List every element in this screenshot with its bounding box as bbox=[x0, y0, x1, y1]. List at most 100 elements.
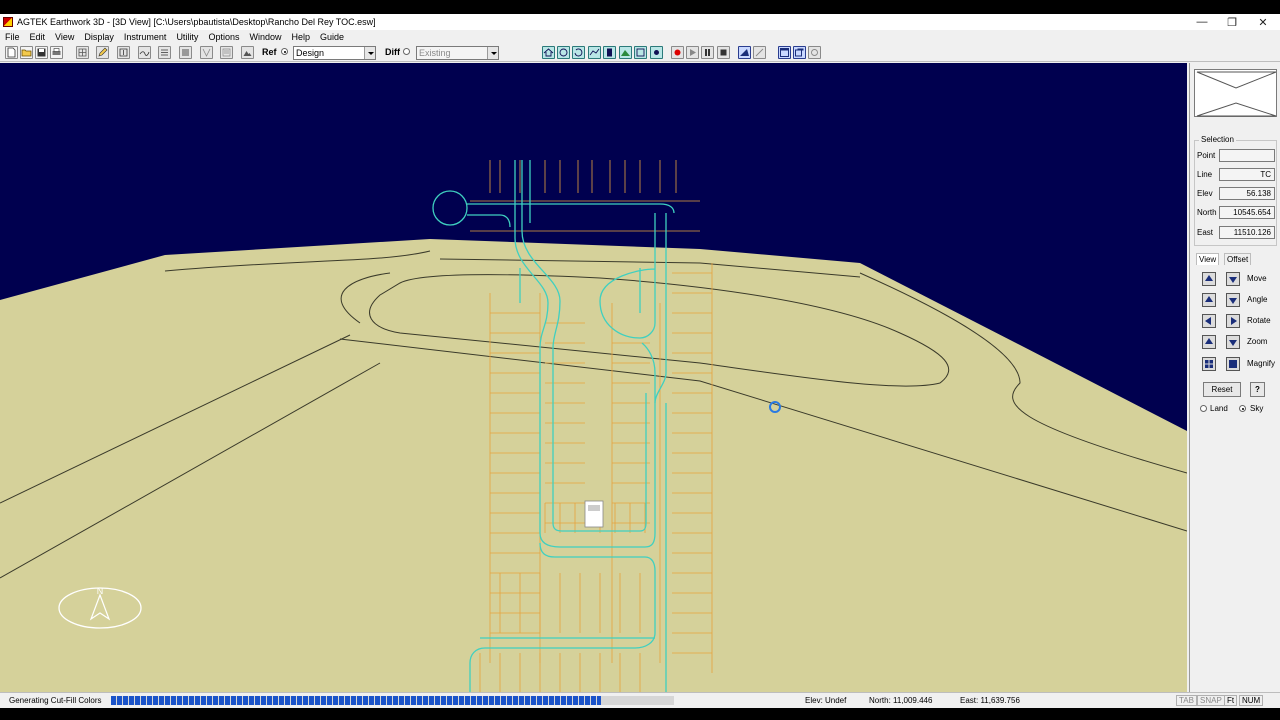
menu-help[interactable]: Help bbox=[286, 32, 315, 42]
surface-view-icon[interactable] bbox=[588, 46, 601, 59]
menu-window[interactable]: Window bbox=[244, 32, 286, 42]
stop-icon[interactable] bbox=[717, 46, 730, 59]
zoom-in-button[interactable] bbox=[1202, 335, 1216, 349]
north-label: North bbox=[1197, 208, 1217, 217]
menu-display[interactable]: Display bbox=[79, 32, 119, 42]
new-file-icon[interactable] bbox=[5, 46, 18, 59]
settings-icon[interactable] bbox=[808, 46, 821, 59]
progress-bar bbox=[111, 696, 674, 705]
diff-radio[interactable] bbox=[403, 48, 410, 55]
record-icon[interactable] bbox=[671, 46, 684, 59]
status-east: East: 11,639.756 bbox=[960, 696, 1020, 705]
layer-icon[interactable] bbox=[179, 46, 192, 59]
chevron-down-icon bbox=[364, 47, 375, 59]
angle-down-button[interactable] bbox=[1226, 293, 1240, 307]
line-label: Line bbox=[1197, 170, 1213, 179]
volume-icon[interactable] bbox=[200, 46, 213, 59]
close-button[interactable]: ✕ bbox=[1248, 14, 1278, 30]
elev-label: Elev bbox=[1197, 189, 1213, 198]
magnify-out-button[interactable] bbox=[1226, 357, 1240, 371]
app-root: AGTEK Earthwork 3D - [3D View] [C:\Users… bbox=[0, 0, 1280, 720]
window-tile-icon[interactable] bbox=[778, 46, 791, 59]
restore-button[interactable]: ❐ bbox=[1217, 14, 1247, 30]
ref-radio[interactable] bbox=[281, 48, 288, 55]
rotate-view-icon[interactable] bbox=[572, 46, 585, 59]
3d-scene[interactable]: N bbox=[0, 63, 1187, 692]
model-view-icon[interactable] bbox=[634, 46, 647, 59]
compass-north-label: N bbox=[97, 586, 104, 596]
slope-icon[interactable] bbox=[753, 46, 766, 59]
menu-utility[interactable]: Utility bbox=[171, 32, 203, 42]
ft-indicator: Ft bbox=[1224, 695, 1238, 706]
selection-group: Selection Point Line TC Elev 56.138 Nort… bbox=[1194, 135, 1280, 246]
reset-button[interactable]: Reset bbox=[1203, 382, 1241, 397]
status-north: North: 11,009.446 bbox=[869, 696, 933, 705]
menu-instrument[interactable]: Instrument bbox=[119, 32, 172, 42]
diff-surface-select[interactable]: Existing bbox=[416, 46, 499, 60]
sky-radio[interactable] bbox=[1239, 405, 1246, 412]
menu-edit[interactable]: Edit bbox=[25, 32, 51, 42]
angle-label: Angle bbox=[1247, 295, 1268, 304]
control-panel: Selection Point Line TC Elev 56.138 Nort… bbox=[1189, 63, 1280, 692]
grade-icon[interactable] bbox=[738, 46, 751, 59]
view-preview[interactable] bbox=[1194, 69, 1277, 117]
tab-indicator: TAB bbox=[1176, 695, 1197, 706]
status-elev: Elev: Undef bbox=[805, 696, 847, 705]
zoom-label: Zoom bbox=[1247, 337, 1268, 346]
menu-guide[interactable]: Guide bbox=[315, 32, 349, 42]
land-label: Land bbox=[1210, 404, 1228, 413]
menu-options[interactable]: Options bbox=[203, 32, 244, 42]
land-radio[interactable] bbox=[1200, 405, 1207, 412]
profile-icon[interactable] bbox=[138, 46, 151, 59]
point-label: Point bbox=[1197, 151, 1216, 160]
home-view-icon[interactable] bbox=[542, 46, 555, 59]
terrain-view-icon[interactable] bbox=[619, 46, 632, 59]
progress-fill bbox=[111, 696, 601, 705]
report-icon[interactable] bbox=[220, 46, 233, 59]
pause-icon[interactable] bbox=[701, 46, 714, 59]
save-disk-icon[interactable] bbox=[35, 46, 48, 59]
tab-offset[interactable]: Offset bbox=[1224, 253, 1252, 265]
plan-view-icon[interactable] bbox=[603, 46, 616, 59]
print-icon[interactable] bbox=[50, 46, 63, 59]
title-bar: AGTEK Earthwork 3D - [3D View] [C:\Users… bbox=[0, 14, 1280, 30]
section-icon[interactable] bbox=[117, 46, 130, 59]
sky-label: Sky bbox=[1250, 404, 1264, 413]
rotate-right-button[interactable] bbox=[1226, 314, 1240, 328]
point-value bbox=[1219, 149, 1275, 162]
table-icon[interactable] bbox=[158, 46, 171, 59]
terrain-surface bbox=[0, 239, 1187, 692]
help-button[interactable]: ? bbox=[1250, 382, 1265, 397]
grid-view-icon[interactable] bbox=[76, 46, 89, 59]
application-window: AGTEK Earthwork 3D - [3D View] [C:\Users… bbox=[0, 14, 1280, 708]
chevron-down-icon bbox=[487, 47, 498, 59]
camera-view-icon[interactable] bbox=[650, 46, 663, 59]
magnify-in-button[interactable] bbox=[1202, 357, 1216, 371]
ref-label: Ref bbox=[262, 47, 277, 57]
edit-pencil-icon[interactable] bbox=[96, 46, 109, 59]
truck-icon bbox=[584, 500, 604, 528]
ref-surface-select[interactable]: Design bbox=[293, 46, 376, 60]
menu-view[interactable]: View bbox=[50, 32, 79, 42]
open-folder-icon[interactable] bbox=[20, 46, 33, 59]
orbit-view-icon[interactable] bbox=[557, 46, 570, 59]
window-cascade-icon[interactable] bbox=[793, 46, 806, 59]
move-up-button[interactable] bbox=[1202, 272, 1216, 286]
num-indicator: NUM bbox=[1239, 695, 1264, 706]
rotate-left-button[interactable] bbox=[1202, 314, 1216, 328]
3d-viewport[interactable]: N bbox=[0, 63, 1187, 692]
minimize-button[interactable]: — bbox=[1187, 14, 1217, 30]
move-down-button[interactable] bbox=[1226, 272, 1240, 286]
image-icon[interactable] bbox=[241, 46, 254, 59]
magnify-label: Magnify bbox=[1247, 359, 1276, 368]
east-field-row: East 11510.126 bbox=[1195, 226, 1280, 239]
zoom-out-button[interactable] bbox=[1226, 335, 1240, 349]
status-message: Generating Cut-Fill Colors bbox=[9, 696, 102, 705]
line-field-row: Line TC bbox=[1195, 168, 1280, 181]
view-frustum-icon bbox=[1196, 71, 1277, 117]
angle-up-button[interactable] bbox=[1202, 293, 1216, 307]
tab-view[interactable]: View bbox=[1196, 253, 1220, 265]
point-field-row: Point bbox=[1195, 149, 1280, 162]
menu-file[interactable]: File bbox=[0, 32, 25, 42]
play-icon[interactable] bbox=[686, 46, 699, 59]
